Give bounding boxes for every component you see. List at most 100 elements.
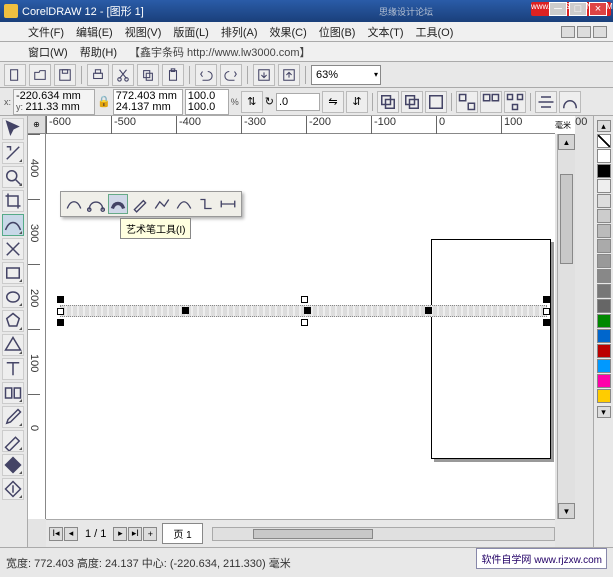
color-swatch[interactable] bbox=[597, 269, 611, 283]
horizontal-scrollbar[interactable] bbox=[212, 527, 555, 541]
sy-value[interactable]: 100.0 bbox=[188, 102, 226, 113]
handle-ml[interactable] bbox=[57, 308, 64, 315]
no-fill-swatch[interactable] bbox=[597, 134, 611, 148]
menu-text[interactable]: 文本(T) bbox=[367, 24, 403, 40]
mirror-v-button[interactable]: ⇵ bbox=[346, 91, 368, 113]
handle-tm[interactable] bbox=[301, 296, 308, 303]
ungroup-button[interactable] bbox=[480, 91, 502, 113]
import-button[interactable] bbox=[253, 64, 275, 86]
pick-tool[interactable] bbox=[2, 118, 24, 140]
node-2[interactable] bbox=[304, 307, 311, 314]
freehand-flyout-item[interactable] bbox=[64, 194, 84, 214]
vertical-ruler[interactable]: 4003002001000 bbox=[28, 134, 46, 519]
color-swatch[interactable] bbox=[597, 254, 611, 268]
hscroll-thumb[interactable] bbox=[253, 529, 373, 539]
close-button[interactable]: × bbox=[589, 2, 607, 16]
eyedropper-tool[interactable] bbox=[2, 406, 24, 428]
zoom-tool[interactable] bbox=[2, 166, 24, 188]
copy-button[interactable] bbox=[137, 64, 159, 86]
convert-curves-button[interactable] bbox=[559, 91, 581, 113]
color-swatch[interactable] bbox=[597, 359, 611, 373]
dimension-flyout-item[interactable] bbox=[218, 194, 238, 214]
rectangle-tool[interactable] bbox=[2, 262, 24, 284]
vscroll-up-button[interactable]: ▲ bbox=[558, 134, 575, 150]
lock-ratio-button[interactable]: ⇅ bbox=[241, 91, 263, 113]
color-swatch[interactable] bbox=[597, 299, 611, 313]
connector-flyout-item[interactable] bbox=[196, 194, 216, 214]
freehand-tool[interactable] bbox=[2, 214, 24, 236]
node-1[interactable] bbox=[182, 307, 189, 314]
add-page-button[interactable]: + bbox=[143, 527, 157, 541]
align-button[interactable] bbox=[535, 91, 557, 113]
y-value[interactable]: 211.33 mm bbox=[26, 101, 80, 113]
cut-button[interactable] bbox=[112, 64, 134, 86]
color-swatch[interactable] bbox=[597, 329, 611, 343]
minimize-button[interactable]: ─ bbox=[549, 2, 567, 16]
new-button[interactable] bbox=[4, 64, 26, 86]
redo-button[interactable] bbox=[220, 64, 242, 86]
drawing-canvas[interactable]: 艺术笔工具(I) bbox=[46, 134, 555, 519]
handle-tr[interactable] bbox=[543, 296, 550, 303]
next-page-button[interactable]: ▸ bbox=[113, 527, 127, 541]
color-swatch[interactable] bbox=[597, 164, 611, 178]
paste-button[interactable] bbox=[162, 64, 184, 86]
menu-bitmap[interactable]: 位图(B) bbox=[319, 24, 356, 40]
node-3[interactable] bbox=[425, 307, 432, 314]
palette-up-button[interactable]: ▴ bbox=[597, 120, 611, 132]
color-swatch[interactable] bbox=[597, 284, 611, 298]
ellipse-tool[interactable] bbox=[2, 286, 24, 308]
menu-window[interactable]: 窗口(W) bbox=[28, 44, 68, 60]
handle-bl[interactable] bbox=[57, 319, 64, 326]
first-page-button[interactable]: I◂ bbox=[49, 527, 63, 541]
shape-tool[interactable] bbox=[2, 142, 24, 164]
ungroup-all-button[interactable] bbox=[504, 91, 526, 113]
menu-help[interactable]: 帮助(H) bbox=[80, 44, 117, 60]
polyline-flyout-item[interactable] bbox=[152, 194, 172, 214]
mdi-close-button[interactable] bbox=[593, 26, 607, 38]
mdi-minimize-button[interactable] bbox=[561, 26, 575, 38]
smart-draw-tool[interactable] bbox=[2, 238, 24, 260]
color-swatch[interactable] bbox=[597, 194, 611, 208]
rotation-field[interactable]: .0 bbox=[276, 93, 320, 111]
mdi-restore-button[interactable] bbox=[577, 26, 591, 38]
maximize-button[interactable]: □ bbox=[569, 2, 587, 16]
vscroll-thumb[interactable] bbox=[560, 174, 573, 264]
handle-tl[interactable] bbox=[57, 296, 64, 303]
vertical-scrollbar[interactable]: ▲ ▼ bbox=[557, 134, 575, 519]
color-swatch[interactable] bbox=[597, 239, 611, 253]
last-page-button[interactable]: ▸I bbox=[128, 527, 142, 541]
handle-br[interactable] bbox=[543, 319, 550, 326]
prev-page-button[interactable]: ◂ bbox=[64, 527, 78, 541]
bezier-flyout-item[interactable] bbox=[86, 194, 106, 214]
menu-arrange[interactable]: 排列(A) bbox=[221, 24, 258, 40]
menu-effects[interactable]: 效果(C) bbox=[270, 24, 307, 40]
ruler-origin[interactable]: ⊕ bbox=[28, 116, 46, 134]
color-swatch[interactable] bbox=[597, 344, 611, 358]
print-button[interactable] bbox=[87, 64, 109, 86]
palette-down-button[interactable]: ▾ bbox=[597, 406, 611, 418]
menu-tools[interactable]: 工具(O) bbox=[416, 24, 454, 40]
open-button[interactable] bbox=[29, 64, 51, 86]
handle-mr[interactable] bbox=[543, 308, 550, 315]
interactive-fill-tool[interactable] bbox=[2, 478, 24, 500]
color-swatch[interactable] bbox=[597, 374, 611, 388]
fill-tool[interactable] bbox=[2, 454, 24, 476]
pen-flyout-item[interactable] bbox=[130, 194, 150, 214]
menu-layout[interactable]: 版面(L) bbox=[173, 24, 208, 40]
to-back-button[interactable] bbox=[401, 91, 423, 113]
artistic-media-flyout-item[interactable] bbox=[108, 194, 128, 214]
to-front-button[interactable] bbox=[377, 91, 399, 113]
wrap-button[interactable] bbox=[425, 91, 447, 113]
color-swatch[interactable] bbox=[597, 389, 611, 403]
three-point-curve-flyout-item[interactable] bbox=[174, 194, 194, 214]
undo-button[interactable] bbox=[195, 64, 217, 86]
zoom-select[interactable]: 63% bbox=[311, 65, 381, 85]
text-tool[interactable] bbox=[2, 358, 24, 380]
color-swatch[interactable] bbox=[597, 224, 611, 238]
sx-value[interactable]: 100.0 bbox=[188, 91, 226, 102]
color-swatch[interactable] bbox=[597, 149, 611, 163]
group-button[interactable] bbox=[456, 91, 478, 113]
outline-tool[interactable] bbox=[2, 430, 24, 452]
basic-shapes-tool[interactable] bbox=[2, 334, 24, 356]
page-tab[interactable]: 页 1 bbox=[162, 523, 202, 544]
